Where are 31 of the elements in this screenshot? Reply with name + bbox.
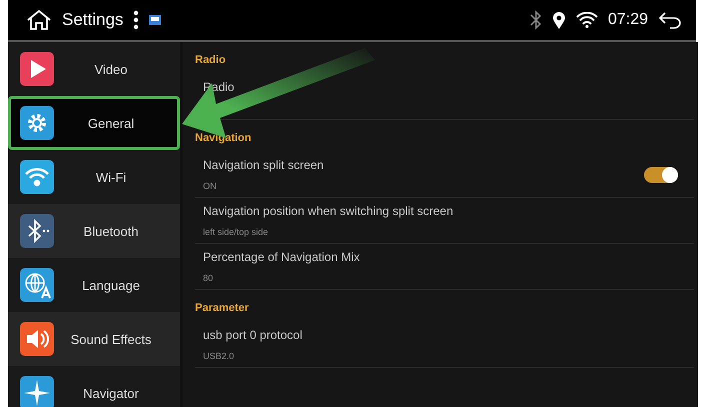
home-icon[interactable]	[26, 9, 52, 31]
toggle-switch[interactable]	[644, 166, 678, 182]
setting-title: Navigation position when switching split screen	[203, 204, 454, 218]
section-heading: Navigation	[195, 131, 252, 146]
sidebar-item[interactable]: General	[8, 96, 180, 150]
setting-title: Navigation split screen	[203, 158, 325, 172]
more-options-icon[interactable]	[133, 10, 140, 30]
setting-value: left side/top side	[203, 227, 270, 237]
setting-value: ON	[203, 181, 218, 191]
back-icon[interactable]	[658, 10, 682, 30]
globe-icon	[20, 268, 54, 302]
sidebar-item[interactable]: Sound Effects	[8, 312, 180, 366]
screen-title: Settings	[62, 10, 124, 30]
play-icon	[20, 52, 54, 86]
wifi-icon	[576, 12, 598, 28]
setting-title: Percentage of Navigation Mix	[203, 250, 361, 264]
speaker-icon	[20, 322, 54, 356]
section-heading: Radio	[195, 53, 227, 68]
bluetooth-icon	[20, 214, 54, 248]
location-pin-icon	[552, 10, 566, 30]
setting-value: USB2.0	[203, 351, 236, 361]
image-icon	[149, 15, 162, 25]
section-heading: Parameter	[195, 301, 250, 316]
setting-value: 80	[203, 273, 214, 283]
setting-title: usb port 0 protocol	[203, 328, 304, 342]
clock-time: 07:29	[608, 11, 648, 29]
compass-star-icon	[20, 376, 54, 407]
wifi-icon	[20, 160, 54, 194]
bluetooth-icon	[530, 10, 542, 30]
gear-icon	[20, 106, 54, 140]
sidebar-item[interactable]: Bluetooth	[8, 204, 180, 258]
